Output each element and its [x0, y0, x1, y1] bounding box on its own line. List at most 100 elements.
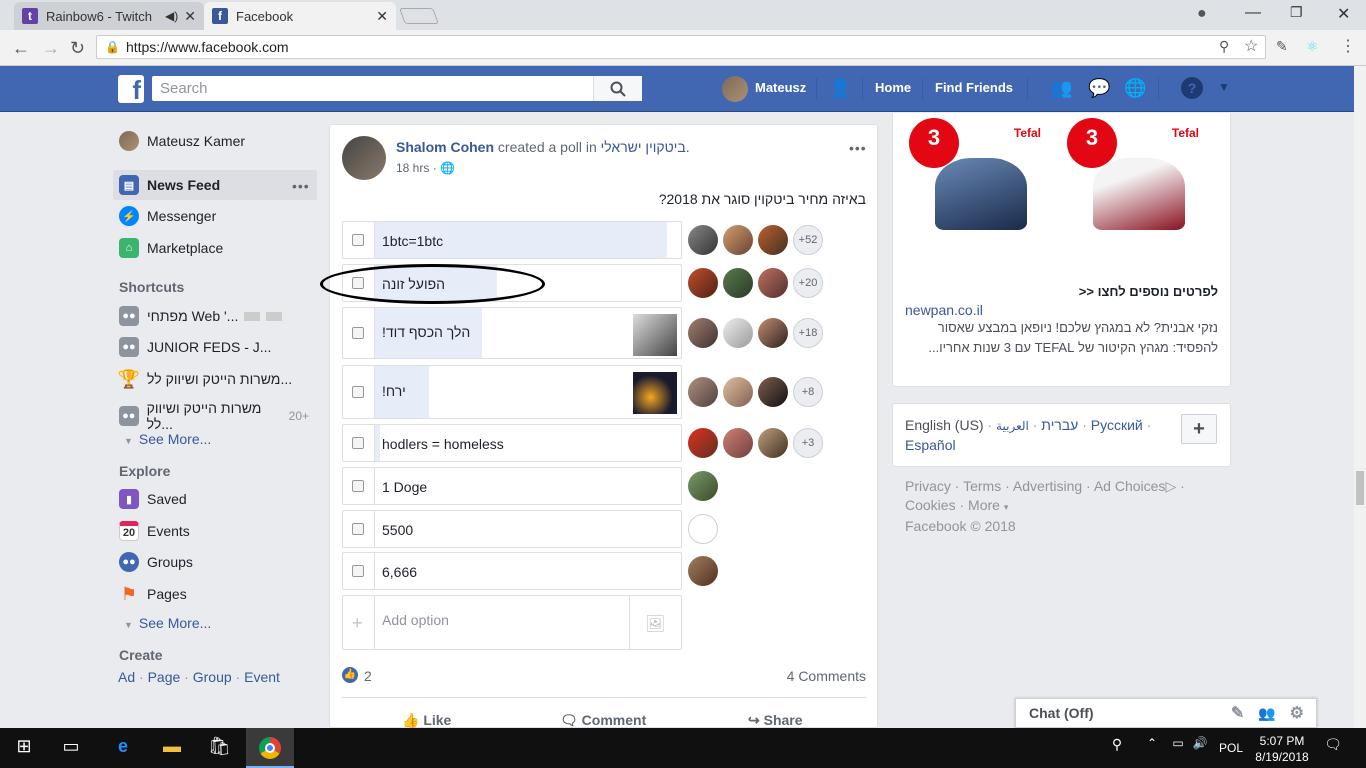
voter-avatar[interactable] [688, 225, 718, 255]
shortcut-item[interactable]: 🏆 משרות הייטק ושיווק לל... [118, 369, 292, 389]
profile-icon[interactable]: ● [1197, 5, 1207, 23]
privacy-link[interactable]: Privacy [905, 478, 951, 494]
add-option-field[interactable]: + Add option 🖼 [342, 595, 682, 650]
help-icon[interactable]: ? [1181, 77, 1203, 99]
poll-option[interactable]: 1 Doge [342, 467, 682, 505]
windows-start-icon[interactable]: ⊞ [14, 736, 34, 760]
chrome-menu-icon[interactable]: ⋮ [1340, 36, 1356, 56]
edge-browser-icon[interactable]: e [112, 736, 134, 760]
language-arabic-link[interactable]: العربية [996, 419, 1029, 433]
voter-avatar[interactable] [723, 318, 753, 348]
profile-link[interactable]: Mateusz Kamer [119, 131, 245, 151]
voter-avatar[interactable] [688, 471, 718, 501]
language-hebrew-link[interactable]: עברית [1041, 417, 1078, 433]
chat-settings-gear-icon[interactable]: ⚙ [1290, 703, 1304, 723]
notifications-globe-icon[interactable]: 🌐 [1124, 78, 1146, 100]
more-options-icon[interactable]: ••• [292, 178, 310, 194]
react-devtools-icon[interactable]: ⚛ [1306, 38, 1319, 55]
share-button[interactable]: ↪ Share [748, 712, 803, 729]
voter-avatar[interactable] [758, 377, 788, 407]
tray-chevron-up-icon[interactable]: ⌃ [1145, 736, 1159, 760]
page-scrollbar[interactable] [1354, 66, 1366, 728]
poll-option[interactable]: 1btc=1btc [342, 221, 682, 259]
add-photo-icon[interactable]: 🖼 [645, 614, 665, 634]
search-input[interactable]: Search [152, 76, 642, 101]
tab-twitch[interactable]: t Rainbow6 - Twitch ◀) ✕ [14, 2, 204, 30]
sidebar-item-events[interactable]: 20 Events [119, 521, 190, 541]
more-menu[interactable]: More ▾ [968, 497, 1008, 513]
author-name-link[interactable]: Shalom Cohen [396, 139, 494, 155]
comments-count-link[interactable]: 4 Comments [700, 668, 866, 684]
shortcut-item[interactable]: ●● מפתחי Web '... [119, 306, 283, 326]
extension-eyedropper-icon[interactable]: ✎ [1276, 38, 1288, 55]
forward-icon[interactable]: → [42, 38, 60, 59]
voter-avatar[interactable] [723, 268, 753, 298]
ad-product-image-blue-iron[interactable]: 3 Tefal [905, 116, 1045, 260]
ad-cta-link[interactable]: לפרטים נוספים לחצו << [905, 284, 1218, 299]
file-explorer-icon[interactable]: ▬ [161, 736, 183, 760]
reload-icon[interactable]: ↻ [70, 38, 85, 59]
voter-avatar[interactable] [688, 377, 718, 407]
friend-search-icon[interactable]: 👤 [829, 78, 851, 100]
more-voters-badge[interactable]: +3 [793, 428, 823, 458]
bookmark-star-icon[interactable]: ☆ [1244, 36, 1258, 56]
home-link[interactable]: Home [875, 80, 911, 95]
post-timestamp[interactable]: 18 hrs [396, 161, 429, 175]
author-avatar[interactable] [342, 136, 386, 180]
sidebar-item-pages[interactable]: ⚑ Pages [119, 584, 187, 604]
system-clock[interactable]: 5:07 PM 8/19/2018 [1252, 733, 1312, 765]
shortcut-item[interactable]: ●● JUNIOR FEDS - J... [119, 337, 271, 357]
action-center-icon[interactable]: 🗨 [1324, 736, 1342, 760]
window-close-icon[interactable]: ✕ [1337, 4, 1350, 24]
voter-avatar[interactable] [723, 377, 753, 407]
comment-button[interactable]: 🗨 Comment [560, 712, 646, 729]
group-name-link[interactable]: ביטקוין ישראלי. [601, 139, 690, 155]
chat-bar[interactable]: Chat (Off) ✎ 👥 ⚙ [1015, 698, 1317, 728]
more-voters-badge[interactable]: +18 [793, 318, 823, 348]
friend-requests-icon[interactable]: 👥 [1050, 78, 1072, 100]
poll-checkbox[interactable] [352, 386, 364, 398]
sidebar-item-marketplace[interactable]: ⌂ Marketplace [119, 238, 223, 258]
post-options-icon[interactable]: ••• [849, 140, 867, 156]
sidebar-item-groups[interactable]: ●● Groups [119, 552, 193, 572]
poll-checkbox[interactable] [352, 327, 364, 339]
create-group-link[interactable]: Group [193, 669, 232, 685]
close-tab-icon[interactable]: ✕ [184, 8, 196, 25]
terms-link[interactable]: Terms [963, 478, 1001, 494]
shortcuts-see-more[interactable]: ▼ See More... [124, 431, 211, 447]
audio-icon[interactable]: ◀) [165, 9, 178, 23]
like-reaction-icon[interactable]: 👍 [342, 667, 358, 683]
store-icon[interactable]: 🛍 [208, 736, 231, 760]
poll-checkbox[interactable] [352, 523, 364, 535]
create-page-link[interactable]: Page [148, 669, 181, 685]
more-voters-badge[interactable]: +8 [793, 377, 823, 407]
create-group-icon[interactable]: 👥 [1258, 705, 1275, 722]
poll-checkbox[interactable] [352, 234, 364, 246]
ad-product-image-red-iron[interactable]: 3 Tefal [1063, 116, 1203, 260]
more-voters-badge[interactable]: +20 [793, 268, 823, 298]
voter-avatar[interactable] [723, 428, 753, 458]
like-count[interactable]: 2 [364, 668, 372, 684]
tab-facebook[interactable]: f Facebook ✕ [204, 2, 396, 30]
advertising-link[interactable]: Advertising [1013, 478, 1082, 494]
ad-domain-link[interactable]: newpan.co.il [905, 302, 983, 318]
task-view-icon[interactable]: ▭ [61, 736, 81, 760]
poll-option[interactable]: הלך הכסף דוד! [342, 307, 682, 359]
language-spanish-link[interactable]: Español [905, 437, 956, 453]
zoom-icon[interactable]: ⚲ [1219, 38, 1229, 55]
input-language-indicator[interactable]: POL [1219, 741, 1243, 755]
poll-checkbox[interactable] [352, 437, 364, 449]
create-ad-link[interactable]: Ad [118, 669, 135, 685]
scrollbar-thumb[interactable] [1356, 471, 1364, 505]
poll-option[interactable]: ירח! [342, 365, 682, 419]
cookies-link[interactable]: Cookies [905, 497, 956, 513]
default-avatar-icon[interactable] [688, 514, 718, 544]
profile-link[interactable]: Mateusz [755, 80, 806, 95]
language-russian-link[interactable]: Русский [1091, 417, 1143, 433]
poll-checkbox[interactable] [352, 565, 364, 577]
minimize-icon[interactable]: — [1245, 4, 1261, 22]
voter-avatar[interactable] [688, 268, 718, 298]
ad-choices-link[interactable]: Ad Choices [1094, 478, 1166, 494]
battery-icon[interactable]: ▭ [1170, 736, 1186, 760]
poll-option[interactable]: 6,666 [342, 552, 682, 590]
